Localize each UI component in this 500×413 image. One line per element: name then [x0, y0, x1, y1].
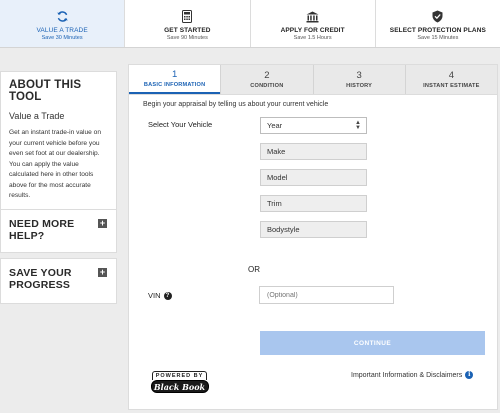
trim-select[interactable]: Trim [260, 195, 367, 212]
vin-input[interactable] [259, 286, 394, 304]
bodystyle-select-value: Bodystyle [267, 225, 300, 234]
vin-label: VIN ? [148, 291, 172, 300]
trade-appraisal-panel: 1 BASIC INFORMATION 2 CONDITION 3 HISTOR… [128, 64, 498, 410]
disclaimers-text: Important Information & Disclaimers [351, 371, 463, 379]
tab-number: 1 [171, 68, 178, 80]
step-label: VALUE A TRADE [36, 27, 88, 34]
about-subtitle: Value a Trade [9, 111, 65, 121]
appraisal-tabs: 1 BASIC INFORMATION 2 CONDITION 3 HISTOR… [129, 65, 497, 95]
step-label: APPLY FOR CREDIT [280, 27, 345, 34]
step-time: Save 30 Minutes [41, 35, 83, 41]
tab-number: 4 [448, 69, 455, 81]
info-icon[interactable]: i [465, 371, 474, 379]
bank-icon [306, 9, 319, 24]
need-help-panel[interactable]: NEED MORE HELP? + [0, 209, 117, 253]
powered-by-text: POWERED BY [151, 371, 208, 380]
continue-button[interactable]: CONTINUE [260, 331, 485, 355]
tab-label: CONDITION [250, 82, 284, 89]
select-vehicle-label: Select Your Vehicle [148, 120, 213, 129]
tab-label: INSTANT ESTIMATE [423, 82, 480, 89]
save-progress-title: SAVE YOUR PROGRESS [9, 267, 72, 291]
expand-plus-icon[interactable]: + [98, 268, 107, 277]
tab-label: HISTORY [346, 82, 373, 89]
tab-instant-estimate[interactable]: 4 INSTANT ESTIMATE [404, 65, 497, 94]
step-time: Save 90 Minutes [166, 35, 208, 41]
step-label: SELECT PROTECTION PLANS [389, 27, 486, 34]
tab-basic-information[interactable]: 1 BASIC INFORMATION [129, 65, 221, 94]
need-help-title: NEED MORE HELP? [9, 218, 75, 242]
select-arrows-icon: ▲ ▼ [355, 120, 361, 131]
intro-text: Begin your appraisal by telling us about… [143, 101, 329, 108]
tab-condition[interactable]: 2 CONDITION [220, 65, 313, 94]
shield-check-icon [432, 9, 443, 24]
step-time: Save 1.5 Hours [293, 35, 332, 41]
make-select[interactable]: Make [260, 143, 367, 160]
tab-history[interactable]: 3 HISTORY [312, 65, 405, 94]
trim-select-value: Trim [267, 199, 282, 208]
step-get-started[interactable]: GET STARTED Save 90 Minutes [125, 0, 251, 47]
bodystyle-select[interactable]: Bodystyle [260, 221, 367, 238]
model-select-value: Model [267, 173, 288, 182]
about-title: ABOUT THIS TOOL [9, 79, 82, 103]
step-time: Save 15 Minutes [417, 35, 459, 41]
about-text: Get an instant trade-in value on your cu… [9, 129, 102, 199]
sidebar: ABOUT THIS TOOL Value a Trade Get an ins… [0, 71, 117, 304]
tab-label: BASIC INFORMATION [143, 81, 206, 88]
step-select-protection-plans[interactable]: SELECT PROTECTION PLANS Save 15 Minutes [376, 0, 500, 47]
disclaimers-link[interactable]: Important Information & Disclaimers i [351, 371, 474, 379]
calculator-icon [182, 9, 193, 24]
model-select[interactable]: Model [260, 169, 367, 186]
process-steps-bar: VALUE A TRADE Save 30 Minutes GET STARTE… [0, 0, 500, 48]
step-value-a-trade[interactable]: VALUE A TRADE Save 30 Minutes [0, 0, 126, 47]
step-label: GET STARTED [164, 27, 211, 34]
about-tool-panel: ABOUT THIS TOOL Value a Trade Get an ins… [0, 71, 117, 209]
tab-number: 3 [356, 69, 362, 81]
save-progress-panel[interactable]: SAVE YOUR PROGRESS + [0, 258, 117, 304]
help-icon[interactable]: ? [163, 291, 172, 300]
expand-plus-icon[interactable]: + [98, 219, 107, 228]
year-select[interactable]: Year ▲ ▼ [260, 117, 367, 134]
tab-number: 2 [264, 69, 270, 81]
step-apply-for-credit[interactable]: APPLY FOR CREDIT Save 1.5 Hours [251, 0, 376, 47]
vin-label-text: VIN [148, 291, 161, 300]
refresh-icon [56, 9, 69, 24]
year-select-value: Year [267, 121, 283, 130]
or-separator: OR [248, 265, 260, 274]
black-book-logo: POWERED BY Black Book [149, 371, 210, 393]
make-select-value: Make [267, 147, 286, 156]
black-book-brand: Black Book [150, 380, 209, 393]
